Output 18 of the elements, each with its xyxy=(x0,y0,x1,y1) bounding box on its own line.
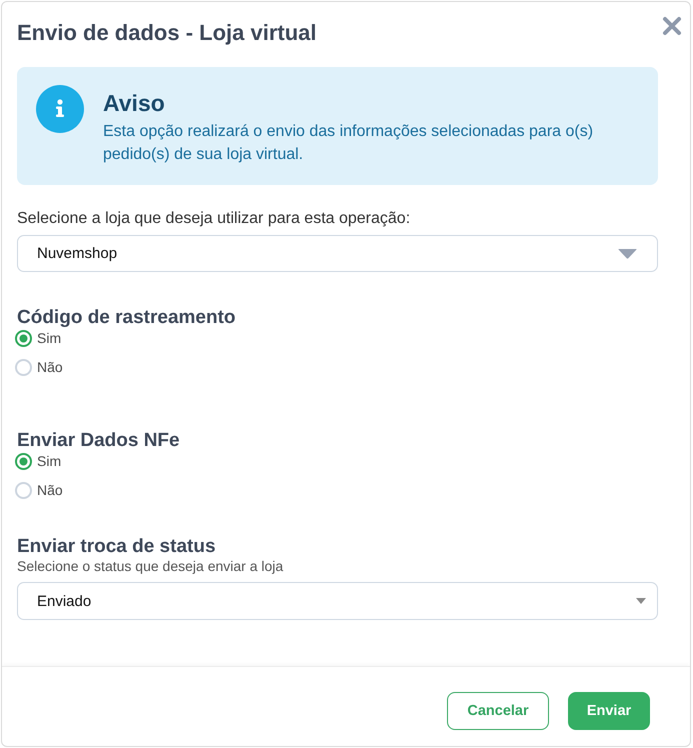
radio-option[interactable]: Sim xyxy=(15,328,62,348)
caret-icon xyxy=(618,248,637,258)
radio-option[interactable]: Não xyxy=(15,480,63,500)
section-title: Código de rastreamento xyxy=(17,308,237,328)
radio-option[interactable]: Não xyxy=(15,357,63,377)
field-hint: Selecione o status que deseja enviar a loja xyxy=(17,558,284,574)
radio-option[interactable]: Sim xyxy=(15,451,62,471)
store-select[interactable]: Nuvemshop xyxy=(17,235,658,272)
caret-icon xyxy=(636,598,646,604)
status-select[interactable]: Enviado xyxy=(17,582,658,620)
notice-text: Esta opção realizará o envio das informações selecionadas para o(s) pedido(s) de sua loja virtual. xyxy=(103,122,594,165)
section-title: Enviar troca de status xyxy=(17,537,217,557)
notice-title: Aviso xyxy=(103,91,166,115)
section-title: Enviar Dados NFe xyxy=(17,431,181,451)
close-icon[interactable] xyxy=(662,16,682,36)
field-label: Selecione a loja que deseja utilizar para esta operação: xyxy=(17,210,412,228)
info-icon xyxy=(36,85,84,133)
dialog-title: Envio de dados - Loja virtual xyxy=(17,20,318,46)
